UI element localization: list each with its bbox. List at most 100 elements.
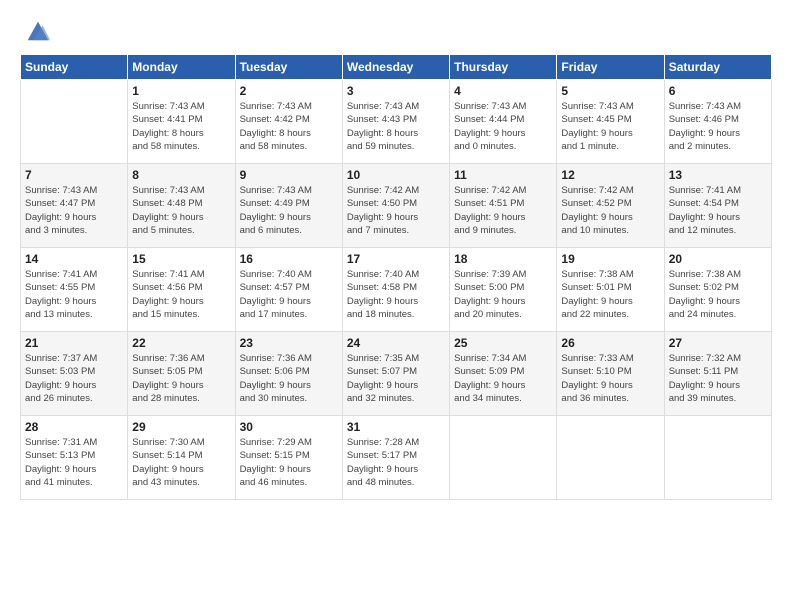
day-number: 31 — [347, 420, 445, 434]
header-row: SundayMondayTuesdayWednesdayThursdayFrid… — [21, 55, 772, 80]
day-info: Sunrise: 7:41 AM Sunset: 4:56 PM Dayligh… — [132, 268, 230, 321]
week-row-3: 14 Sunrise: 7:41 AM Sunset: 4:55 PM Dayli… — [21, 248, 772, 332]
cell-week5-day4: 31 Sunrise: 7:28 AM Sunset: 5:17 PM Dayli… — [342, 416, 449, 500]
logo — [20, 16, 52, 44]
col-header-friday: Friday — [557, 55, 664, 80]
day-number: 24 — [347, 336, 445, 350]
cell-week4-day4: 24 Sunrise: 7:35 AM Sunset: 5:07 PM Dayli… — [342, 332, 449, 416]
day-info: Sunrise: 7:41 AM Sunset: 4:54 PM Dayligh… — [669, 184, 767, 237]
cell-week5-day5 — [450, 416, 557, 500]
day-info: Sunrise: 7:42 AM Sunset: 4:50 PM Dayligh… — [347, 184, 445, 237]
day-info: Sunrise: 7:43 AM Sunset: 4:42 PM Dayligh… — [240, 100, 338, 153]
day-info: Sunrise: 7:40 AM Sunset: 4:58 PM Dayligh… — [347, 268, 445, 321]
cell-week4-day5: 25 Sunrise: 7:34 AM Sunset: 5:09 PM Dayli… — [450, 332, 557, 416]
cell-week2-day5: 11 Sunrise: 7:42 AM Sunset: 4:51 PM Dayli… — [450, 164, 557, 248]
day-info: Sunrise: 7:42 AM Sunset: 4:52 PM Dayligh… — [561, 184, 659, 237]
day-info: Sunrise: 7:31 AM Sunset: 5:13 PM Dayligh… — [25, 436, 123, 489]
day-info: Sunrise: 7:43 AM Sunset: 4:44 PM Dayligh… — [454, 100, 552, 153]
cell-week5-day7 — [664, 416, 771, 500]
week-row-2: 7 Sunrise: 7:43 AM Sunset: 4:47 PM Daylig… — [21, 164, 772, 248]
week-row-4: 21Sunrise: 7:37 AM Sunset: 5:03 PM Dayli… — [21, 332, 772, 416]
day-number: 25 — [454, 336, 552, 350]
day-info: Sunrise: 7:43 AM Sunset: 4:43 PM Dayligh… — [347, 100, 445, 153]
day-number: 6 — [669, 84, 767, 98]
day-info: Sunrise: 7:32 AM Sunset: 5:11 PM Dayligh… — [669, 352, 767, 405]
day-info: Sunrise: 7:43 AM Sunset: 4:47 PM Dayligh… — [25, 184, 123, 237]
day-info: Sunrise: 7:43 AM Sunset: 4:45 PM Dayligh… — [561, 100, 659, 153]
col-header-thursday: Thursday — [450, 55, 557, 80]
logo-icon — [24, 16, 52, 44]
week-row-1: 1 Sunrise: 7:43 AM Sunset: 4:41 PM Daylig… — [21, 80, 772, 164]
header — [20, 16, 772, 44]
week-row-5: 28 Sunrise: 7:31 AM Sunset: 5:13 PM Dayli… — [21, 416, 772, 500]
day-info: Sunrise: 7:43 AM Sunset: 4:48 PM Dayligh… — [132, 184, 230, 237]
cell-week1-day2: 1 Sunrise: 7:43 AM Sunset: 4:41 PM Daylig… — [128, 80, 235, 164]
col-header-tuesday: Tuesday — [235, 55, 342, 80]
day-number: 17 — [347, 252, 445, 266]
cell-week4-day3: 23Sunrise: 7:36 AM Sunset: 5:06 PM Dayli… — [235, 332, 342, 416]
day-number: 5 — [561, 84, 659, 98]
cell-week2-day6: 12 Sunrise: 7:42 AM Sunset: 4:52 PM Dayli… — [557, 164, 664, 248]
cell-week5-day2: 29Sunrise: 7:30 AM Sunset: 5:14 PM Dayli… — [128, 416, 235, 500]
day-number: 11 — [454, 168, 552, 182]
cell-week1-day3: 2 Sunrise: 7:43 AM Sunset: 4:42 PM Daylig… — [235, 80, 342, 164]
cell-week2-day7: 13 Sunrise: 7:41 AM Sunset: 4:54 PM Dayli… — [664, 164, 771, 248]
day-info: Sunrise: 7:38 AM Sunset: 5:01 PM Dayligh… — [561, 268, 659, 321]
day-info: Sunrise: 7:35 AM Sunset: 5:07 PM Dayligh… — [347, 352, 445, 405]
cell-week1-day6: 5 Sunrise: 7:43 AM Sunset: 4:45 PM Daylig… — [557, 80, 664, 164]
day-info: Sunrise: 7:36 AM Sunset: 5:05 PM Dayligh… — [132, 352, 230, 405]
cell-week3-day1: 14 Sunrise: 7:41 AM Sunset: 4:55 PM Dayli… — [21, 248, 128, 332]
day-number: 9 — [240, 168, 338, 182]
col-header-wednesday: Wednesday — [342, 55, 449, 80]
col-header-sunday: Sunday — [21, 55, 128, 80]
day-info: Sunrise: 7:29 AM Sunset: 5:15 PM Dayligh… — [240, 436, 338, 489]
day-number: 20 — [669, 252, 767, 266]
day-number: 13 — [669, 168, 767, 182]
day-info: Sunrise: 7:38 AM Sunset: 5:02 PM Dayligh… — [669, 268, 767, 321]
day-info: Sunrise: 7:37 AM Sunset: 5:03 PM Dayligh… — [25, 352, 123, 405]
day-info: Sunrise: 7:43 AM Sunset: 4:46 PM Dayligh… — [669, 100, 767, 153]
cell-week4-day6: 26 Sunrise: 7:33 AM Sunset: 5:10 PM Dayli… — [557, 332, 664, 416]
cell-week2-day4: 10 Sunrise: 7:42 AM Sunset: 4:50 PM Dayli… — [342, 164, 449, 248]
day-info: Sunrise: 7:42 AM Sunset: 4:51 PM Dayligh… — [454, 184, 552, 237]
cell-week4-day7: 27Sunrise: 7:32 AM Sunset: 5:11 PM Dayli… — [664, 332, 771, 416]
calendar-table: SundayMondayTuesdayWednesdayThursdayFrid… — [20, 54, 772, 500]
day-number: 26 — [561, 336, 659, 350]
cell-week5-day3: 30Sunrise: 7:29 AM Sunset: 5:15 PM Dayli… — [235, 416, 342, 500]
day-info: Sunrise: 7:43 AM Sunset: 4:49 PM Dayligh… — [240, 184, 338, 237]
cell-week3-day6: 19 Sunrise: 7:38 AM Sunset: 5:01 PM Dayli… — [557, 248, 664, 332]
day-number: 7 — [25, 168, 123, 182]
day-info: Sunrise: 7:33 AM Sunset: 5:10 PM Dayligh… — [561, 352, 659, 405]
day-number: 12 — [561, 168, 659, 182]
cell-week2-day3: 9 Sunrise: 7:43 AM Sunset: 4:49 PM Daylig… — [235, 164, 342, 248]
col-header-saturday: Saturday — [664, 55, 771, 80]
day-info: Sunrise: 7:41 AM Sunset: 4:55 PM Dayligh… — [25, 268, 123, 321]
day-info: Sunrise: 7:28 AM Sunset: 5:17 PM Dayligh… — [347, 436, 445, 489]
day-number: 15 — [132, 252, 230, 266]
cell-week1-day1 — [21, 80, 128, 164]
cell-week3-day7: 20 Sunrise: 7:38 AM Sunset: 5:02 PM Dayli… — [664, 248, 771, 332]
cell-week3-day5: 18Sunrise: 7:39 AM Sunset: 5:00 PM Dayli… — [450, 248, 557, 332]
cell-week2-day2: 8Sunrise: 7:43 AM Sunset: 4:48 PM Daylig… — [128, 164, 235, 248]
day-number: 2 — [240, 84, 338, 98]
cell-week3-day3: 16 Sunrise: 7:40 AM Sunset: 4:57 PM Dayli… — [235, 248, 342, 332]
day-info: Sunrise: 7:40 AM Sunset: 4:57 PM Dayligh… — [240, 268, 338, 321]
page: SundayMondayTuesdayWednesdayThursdayFrid… — [0, 0, 792, 612]
cell-week3-day4: 17 Sunrise: 7:40 AM Sunset: 4:58 PM Dayli… — [342, 248, 449, 332]
day-number: 28 — [25, 420, 123, 434]
day-number: 19 — [561, 252, 659, 266]
day-info: Sunrise: 7:43 AM Sunset: 4:41 PM Dayligh… — [132, 100, 230, 153]
day-number: 10 — [347, 168, 445, 182]
day-number: 3 — [347, 84, 445, 98]
day-number: 23 — [240, 336, 338, 350]
cell-week4-day1: 21Sunrise: 7:37 AM Sunset: 5:03 PM Dayli… — [21, 332, 128, 416]
cell-week3-day2: 15 Sunrise: 7:41 AM Sunset: 4:56 PM Dayli… — [128, 248, 235, 332]
day-info: Sunrise: 7:30 AM Sunset: 5:14 PM Dayligh… — [132, 436, 230, 489]
cell-week5-day1: 28 Sunrise: 7:31 AM Sunset: 5:13 PM Dayli… — [21, 416, 128, 500]
cell-week2-day1: 7 Sunrise: 7:43 AM Sunset: 4:47 PM Daylig… — [21, 164, 128, 248]
day-number: 18 — [454, 252, 552, 266]
day-number: 14 — [25, 252, 123, 266]
day-number: 16 — [240, 252, 338, 266]
day-number: 1 — [132, 84, 230, 98]
day-info: Sunrise: 7:34 AM Sunset: 5:09 PM Dayligh… — [454, 352, 552, 405]
